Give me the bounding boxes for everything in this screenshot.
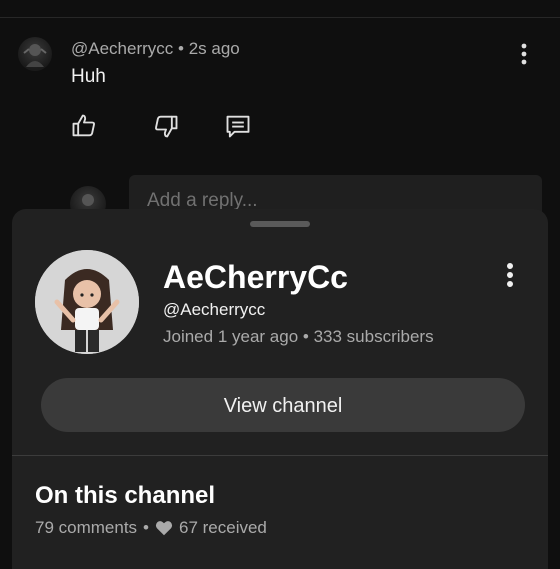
top-divider	[0, 17, 560, 18]
comment-time: 2s ago	[188, 39, 240, 58]
section-title: On this channel	[35, 482, 216, 509]
comment-author[interactable]: @Aecherrycc	[71, 39, 173, 58]
section-separator: •	[143, 518, 149, 537]
channel-sheet: AeCherryCc @Aecherrycc Joined 1 year ago…	[12, 209, 548, 569]
dislike-icon[interactable]	[152, 112, 180, 140]
channel-handle: @Aecherrycc	[163, 300, 266, 319]
channel-subscribers: 333 subscribers	[313, 327, 434, 346]
channel-name: AeCherryCc	[163, 259, 348, 295]
channel-received-count: 67 received	[179, 518, 267, 537]
comment-more-icon[interactable]	[512, 40, 536, 68]
comment-text: Huh	[71, 66, 106, 87]
sheet-drag-handle[interactable]	[250, 221, 310, 227]
sheet-divider	[12, 455, 548, 456]
channel-avatar[interactable]	[35, 250, 139, 354]
channel-more-icon[interactable]	[498, 259, 522, 291]
like-icon[interactable]	[70, 112, 98, 140]
channel-comments-count: 79 comments	[35, 518, 138, 537]
comment-meta: @Aecherrycc • 2s ago	[71, 39, 240, 59]
comment-avatar[interactable]	[18, 37, 52, 71]
meta-separator: •	[178, 39, 189, 58]
channel-stats: Joined 1 year ago • 333 subscribers	[163, 327, 434, 347]
stats-separator: •	[302, 327, 314, 346]
view-channel-button[interactable]: View channel	[41, 378, 525, 432]
heart-icon	[155, 520, 173, 536]
reply-icon[interactable]	[224, 112, 252, 140]
section-stats: 79 comments • 67 received	[35, 518, 267, 538]
channel-joined: Joined 1 year ago	[163, 327, 299, 346]
